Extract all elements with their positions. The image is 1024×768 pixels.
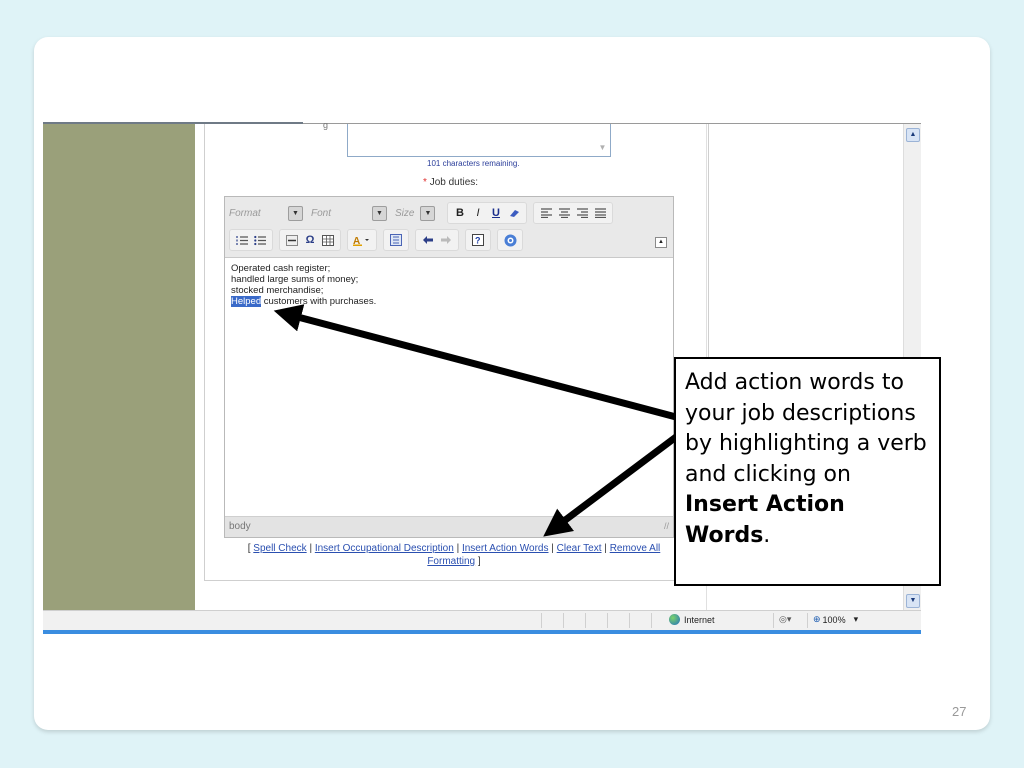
list-group [229,229,273,251]
job-duties-label: * Job duties: [423,177,478,188]
separator: | [309,543,313,554]
protected-mode-icon[interactable]: ◎▾ [779,614,791,625]
characters-remaining: 101 characters remaining. [427,159,520,168]
globe-icon [669,614,680,625]
align-justify-icon[interactable] [593,205,607,221]
align-right-icon[interactable] [575,205,589,221]
underline-button[interactable]: U [489,205,503,221]
toolbar-row-2: Ω A ? [229,228,529,252]
editor-toolbar: Format ▼ Font ▼ Size ▼ B I U Ω A ? ▲ [225,197,673,258]
zone-label: Internet [684,614,715,625]
editor-line: Operated cash register; [231,263,331,274]
alignment-group [533,202,613,224]
help-group: ? [465,229,491,251]
status-segment [541,613,542,628]
insert-occupational-description-link[interactable]: Insert Occupational Description [315,543,454,554]
eraser-icon[interactable] [507,205,521,221]
color-group: A [347,229,377,251]
format-dropdown[interactable]: Format ▼ [229,204,303,222]
editor-links: [ Spell Check | Insert Occupational Desc… [229,542,679,568]
callout-text-end: . [763,522,771,548]
separator: | [456,543,460,554]
status-segment [607,613,608,628]
font-label: Font [311,207,332,219]
size-dropdown[interactable]: Size ▼ [395,204,439,222]
scroll-down-icon[interactable]: ▼ [906,594,920,608]
italic-button[interactable]: I [471,205,485,221]
status-segment [807,613,808,628]
table-icon[interactable] [321,232,335,248]
callout-box: Add action words to your job description… [674,357,941,586]
editor-line: Helped customers with purchases. [231,296,667,307]
zoom-icon: ⊕ [813,614,821,624]
clear-text-link[interactable]: Clear Text [557,543,602,554]
history-group [415,229,459,251]
redo-icon[interactable] [439,232,453,248]
editor-statusbar: body // [225,516,673,537]
svg-text:?: ? [475,236,481,246]
status-segment [773,613,774,628]
chevron-down-icon[interactable]: ▼ [288,205,303,221]
job-duties-text: Job duties: [429,177,479,188]
status-segment [629,613,630,628]
callout-text: Add action words to your job description… [685,370,927,487]
editor-line: handled large sums of money; [231,274,359,285]
format-label: Format [229,207,261,219]
rich-text-editor: Format ▼ Font ▼ Size ▼ B I U Ω A ? ▲ Ope… [224,196,674,538]
editor-line: stocked merchandise; [231,285,324,296]
scroll-up-icon[interactable]: ▲ [906,128,920,142]
left-panel [43,124,195,610]
horizontal-rule-icon[interactable] [285,232,299,248]
numbered-list-icon[interactable] [235,232,249,248]
status-segment [651,613,652,628]
chevron-down-icon: ▾ [853,614,859,624]
chevron-down-icon[interactable]: ▼ [372,205,387,221]
scroll-down-icon[interactable]: ▼ [597,143,608,154]
align-center-icon[interactable] [557,205,571,221]
selected-verb: Helped [231,296,262,307]
toolbar-collapse-button[interactable]: ▲ [655,237,667,248]
separator: | [551,543,554,554]
text-color-icon[interactable]: A [353,232,371,248]
size-label: Size [395,207,415,219]
insert-action-words-icon[interactable] [389,232,403,248]
font-dropdown[interactable]: Font ▼ [311,204,387,222]
security-zone: Internet [669,614,715,625]
text-style-group: B I U [447,202,527,224]
zoom-level: 100% [822,614,846,625]
page-number: 27 [952,704,967,719]
align-left-icon[interactable] [539,205,553,221]
editor-line-rest: customers with purchases. [261,296,377,307]
undo-icon[interactable] [421,232,435,248]
chevron-down-icon[interactable]: ▼ [420,205,436,221]
previous-textarea[interactable]: ▼ [347,124,611,157]
taskbar-edge [43,630,921,634]
separator: | [604,543,607,554]
action-words-group [383,229,409,251]
editor-body[interactable]: Operated cash register; handled large su… [231,263,667,513]
browser-statusbar: Internet ◎▾ ⊕ 100% ▾ [43,610,921,631]
element-path: body [229,521,251,532]
zoom-control[interactable]: ⊕ 100% ▾ [813,614,858,625]
spell-check-icon[interactable] [503,232,517,248]
bracket: ] [477,556,481,567]
required-mark: * [423,177,427,188]
bracket: [ [247,543,251,554]
insert-group: Ω [279,229,341,251]
insert-action-words-link[interactable]: Insert Action Words [462,543,549,554]
resize-grip-icon[interactable]: // [664,521,669,531]
special-char-icon[interactable]: Ω [303,232,317,248]
spell-check-link[interactable]: Spell Check [253,543,306,554]
toolbar-row-1: Format ▼ Font ▼ Size ▼ B I U [229,201,619,225]
status-segment [563,613,564,628]
help-icon[interactable]: ? [471,232,485,248]
status-segment [585,613,586,628]
bulleted-list-icon[interactable] [253,232,267,248]
spell-group [497,229,523,251]
bold-button[interactable]: B [453,205,467,221]
previous-field-label: g [323,120,329,130]
